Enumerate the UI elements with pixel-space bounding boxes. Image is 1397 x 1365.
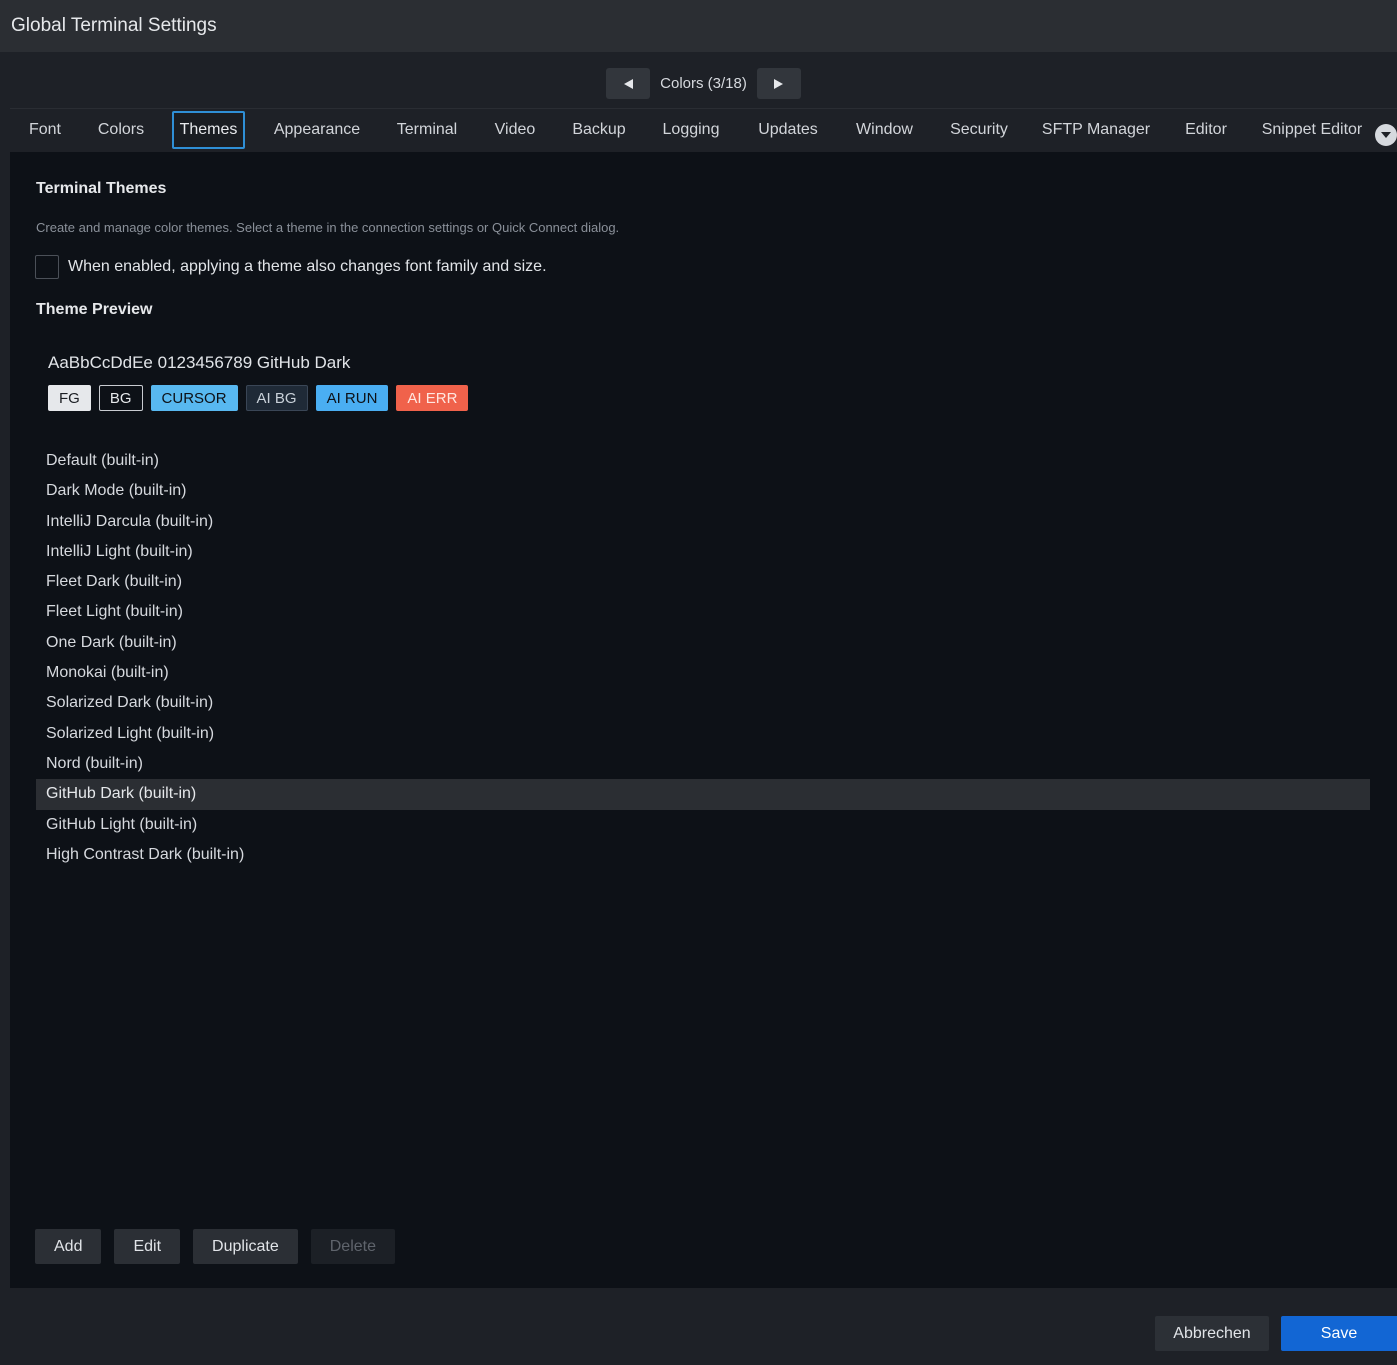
tab-themes[interactable]: Themes — [172, 111, 245, 149]
theme-actions: Add Edit Duplicate Delete — [35, 1229, 395, 1264]
tab-editor[interactable]: Editor — [1176, 111, 1236, 149]
preview-sample-text: AaBbCcDdEe 0123456789 GitHub Dark — [48, 353, 351, 372]
duplicate-theme-button[interactable]: Duplicate — [193, 1229, 298, 1264]
theme-list-item[interactable]: IntelliJ Light (built-in) — [36, 537, 1370, 567]
previous-category-button[interactable] — [606, 68, 650, 99]
theme-list-item[interactable]: Nord (built-in) — [36, 749, 1370, 779]
section-title-theme-preview: Theme Preview — [36, 301, 153, 318]
section-title-terminal-themes: Terminal Themes — [36, 180, 167, 197]
theme-list-item[interactable]: Monokai (built-in) — [36, 658, 1370, 688]
swatch-ai-bg: AI BG — [245, 385, 308, 411]
font-change-checkbox-label[interactable]: When enabled, applying a theme also chan… — [68, 258, 547, 276]
tab-video[interactable]: Video — [485, 111, 545, 149]
theme-list-item[interactable]: GitHub Light (built-in) — [36, 810, 1370, 840]
theme-list-item[interactable]: High Contrast Dark (built-in) — [36, 840, 1370, 870]
themes-description: Create and manage color themes. Select a… — [36, 220, 620, 235]
tab-sftp-manager[interactable]: SFTP Manager — [1036, 111, 1156, 149]
tab-logging[interactable]: Logging — [653, 111, 729, 149]
font-change-checkbox[interactable] — [35, 255, 59, 279]
edit-theme-button[interactable]: Edit — [114, 1229, 181, 1264]
triangle-left-icon — [624, 78, 633, 89]
delete-theme-button[interactable]: Delete — [310, 1229, 395, 1264]
theme-list[interactable]: Default (built-in) Dark Mode (built-in) … — [36, 446, 1370, 870]
theme-list-item[interactable]: Solarized Dark (built-in) — [36, 688, 1370, 718]
cancel-button[interactable]: Abbrechen — [1155, 1316, 1269, 1351]
tab-terminal[interactable]: Terminal — [389, 111, 465, 149]
tab-appearance[interactable]: Appearance — [265, 111, 369, 149]
themes-panel: Terminal Themes Create and manage color … — [10, 152, 1397, 1288]
dialog-footer: Abbrechen Save — [0, 1288, 1397, 1365]
swatch-cursor: CURSOR — [150, 385, 238, 411]
tab-overflow-button[interactable] — [1375, 124, 1397, 146]
theme-list-item[interactable]: Fleet Light (built-in) — [36, 597, 1370, 627]
tab-font[interactable]: Font — [20, 111, 70, 149]
color-swatch-row: FG BG CURSOR AI BG AI RUN AI ERR — [48, 385, 469, 411]
title-bar: Global Terminal Settings — [0, 0, 1397, 52]
theme-list-item[interactable]: One Dark (built-in) — [36, 628, 1370, 658]
tab-colors[interactable]: Colors — [90, 111, 152, 149]
swatch-bg: BG — [98, 385, 143, 411]
theme-list-item[interactable]: Dark Mode (built-in) — [36, 476, 1370, 506]
triangle-right-icon — [774, 78, 783, 89]
theme-list-item[interactable]: Default (built-in) — [36, 446, 1370, 476]
add-theme-button[interactable]: Add — [35, 1229, 102, 1264]
theme-list-item-selected[interactable]: GitHub Dark (built-in) — [36, 779, 1370, 810]
tab-security[interactable]: Security — [942, 111, 1016, 149]
window-title: Global Terminal Settings — [11, 15, 217, 36]
tab-snippet-editor[interactable]: Snippet Editor — [1256, 111, 1368, 149]
tab-updates[interactable]: Updates — [749, 111, 827, 149]
settings-window: Global Terminal Settings Colors (3/18) F… — [0, 0, 1397, 1365]
font-change-option[interactable]: When enabled, applying a theme also chan… — [35, 255, 547, 279]
swatch-ai-run: AI RUN — [315, 385, 389, 411]
swatch-ai-err: AI ERR — [396, 385, 469, 411]
chevron-down-icon — [1381, 132, 1391, 138]
theme-list-item[interactable]: Fleet Dark (built-in) — [36, 567, 1370, 597]
tab-window[interactable]: Window — [847, 111, 922, 149]
settings-tab-bar: Font Colors Themes Appearance Terminal V… — [10, 108, 1397, 152]
tab-backup[interactable]: Backup — [565, 111, 633, 149]
next-category-button[interactable] — [757, 68, 801, 99]
swatch-fg: FG — [48, 385, 91, 411]
theme-list-item[interactable]: Solarized Light (built-in) — [36, 719, 1370, 749]
category-pager: Colors (3/18) — [606, 68, 801, 99]
pager-label: Colors (3/18) — [660, 75, 747, 92]
save-button[interactable]: Save — [1281, 1316, 1397, 1351]
theme-list-item[interactable]: IntelliJ Darcula (built-in) — [36, 507, 1370, 537]
